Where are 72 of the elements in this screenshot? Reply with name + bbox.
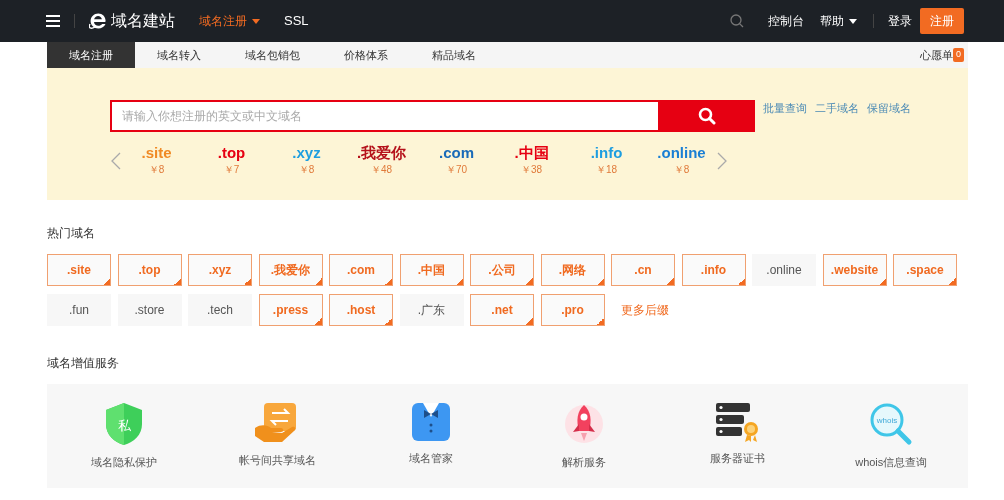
domain-logo[interactable]: .site <box>119 144 194 162</box>
quick-link[interactable]: 二手域名 <box>815 100 859 117</box>
service-label[interactable]: 解析服务 <box>507 454 661 471</box>
domain-logo[interactable]: .com <box>419 144 494 162</box>
service-label[interactable]: 帐号间共享域名 <box>200 452 354 469</box>
count-badge: 0 <box>953 48 964 62</box>
nav-link[interactable]: 控制台 <box>768 12 804 30</box>
domain-price: ￥38 <box>519 163 544 177</box>
domain-tag[interactable]: .fun <box>47 294 111 326</box>
domain-price: ￥18 <box>594 163 619 177</box>
wishlist-link[interactable]: 心愿单 <box>920 42 953 68</box>
service-label[interactable]: 域名隐私保护 <box>47 454 201 471</box>
brand-name[interactable]: 域名建站 <box>111 9 175 33</box>
domain-tag[interactable]: .我爱你 <box>258 254 323 286</box>
domain-price: ￥48 <box>369 163 394 177</box>
nav-link[interactable]: SSL <box>284 11 309 31</box>
nav-link[interactable]: 域名注册 <box>199 12 260 30</box>
service-label[interactable]: 服务器证书 <box>661 450 815 467</box>
domain-tag[interactable]: .网络 <box>540 254 605 286</box>
login-link[interactable]: 登录 <box>888 12 912 30</box>
search-icon[interactable] <box>730 14 744 28</box>
menu-icon[interactable] <box>46 15 60 27</box>
domain-logo[interactable]: .xyz <box>269 144 344 162</box>
more-link[interactable]: 更多后缀 <box>611 294 669 326</box>
search-icon <box>697 107 716 125</box>
service-label[interactable]: 域名管家 <box>354 450 508 467</box>
domain-price: ￥7 <box>222 163 241 177</box>
domain-tag[interactable]: .net <box>470 294 534 326</box>
domain-tag[interactable]: .com <box>329 254 393 286</box>
domain-logo[interactable]: .top <box>194 144 269 162</box>
domain-logo[interactable]: .中国 <box>494 144 569 162</box>
quick-link[interactable]: 保留域名 <box>867 100 911 117</box>
rocket-icon[interactable] <box>564 402 605 446</box>
domain-tag[interactable]: .公司 <box>470 254 534 286</box>
section-title: 热门域名 <box>47 225 96 242</box>
domain-tag[interactable]: .store <box>117 294 182 326</box>
domain-price: ￥8 <box>297 163 316 177</box>
domain-tag[interactable]: .press <box>258 294 323 326</box>
server-certificate-icon[interactable] <box>714 402 761 442</box>
domain-tag[interactable]: .space <box>893 254 957 286</box>
domain-tag[interactable]: .中国 <box>399 254 464 286</box>
tab[interactable]: 域名注册 <box>47 42 135 68</box>
tab[interactable]: 域名包销包 <box>223 42 322 68</box>
domain-logo[interactable]: .info <box>569 144 644 162</box>
search-button[interactable] <box>658 100 755 132</box>
tab[interactable]: 价格体系 <box>322 42 410 68</box>
domain-tag[interactable]: .host <box>329 294 393 326</box>
domain-price: ￥70 <box>444 163 469 177</box>
logo-icon <box>89 13 107 29</box>
domain-tag[interactable]: .online <box>752 254 816 286</box>
search-field[interactable]: 请输入你想注册的英文或中文域名 <box>110 100 658 132</box>
domain-price: ￥8 <box>672 163 691 177</box>
nav-link[interactable]: 帮助 <box>820 12 857 30</box>
quick-link[interactable]: 批量查询 <box>763 100 807 117</box>
domain-tag[interactable]: .cn <box>611 254 675 286</box>
domain-logo[interactable]: .我爱你 <box>344 144 419 162</box>
domain-tag[interactable]: .info <box>681 254 746 286</box>
service-label[interactable]: whois信息查询 <box>814 454 968 471</box>
section-title: 域名增值服务 <box>47 355 120 372</box>
register-button[interactable]: 注册 <box>920 8 964 34</box>
suit-icon[interactable] <box>410 402 451 442</box>
domain-tag[interactable]: .广东 <box>399 294 464 326</box>
domain-logo[interactable]: .online <box>644 144 719 162</box>
domain-tag[interactable]: .pro <box>540 294 605 326</box>
domain-tag[interactable]: .website <box>822 254 887 286</box>
domain-price: ￥8 <box>147 163 166 177</box>
domain-tag[interactable]: .site <box>47 254 111 286</box>
tab[interactable]: 精品域名 <box>410 42 498 68</box>
domain-tag[interactable]: .top <box>117 254 182 286</box>
domain-tag[interactable]: .xyz <box>188 254 252 286</box>
domain-tag[interactable]: .tech <box>188 294 252 326</box>
tab[interactable]: 域名转入 <box>135 42 223 68</box>
